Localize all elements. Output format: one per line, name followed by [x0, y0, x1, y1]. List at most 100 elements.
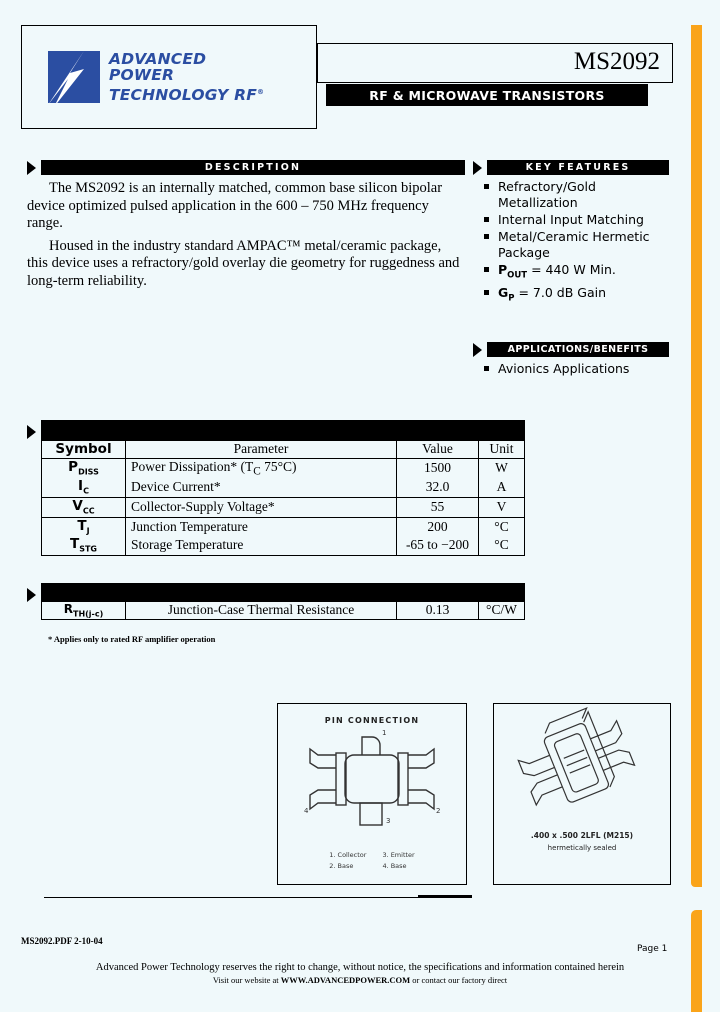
cell-value: 32.0	[396, 478, 479, 499]
cell-parameter: Storage Temperature	[125, 536, 397, 557]
abs-max-ratings-section: ABSOLUTE MAXIMUM RATINGS (TCASE = 25°C) …	[27, 420, 525, 557]
list-item: POUT = 440 W Min.	[484, 262, 669, 284]
package-code: .400 x .500 2LFL (M215)	[530, 831, 634, 840]
pin-legend-left: 1. Collector 2. Base	[329, 850, 366, 872]
thermal-title: THERMAL DATA	[41, 583, 525, 602]
applications-list: Avionics Applications	[473, 361, 669, 377]
thermal-data-table: THERMAL DATA RTH(j-c) Junction-Case Ther…	[41, 583, 525, 621]
bolt-glyph	[49, 51, 84, 103]
logo-wordmark: ADVANCED POWER TECHNOLOGY RF®	[109, 51, 264, 104]
key-features-list: Refractory/Gold Metallization Internal I…	[473, 179, 669, 306]
accent-rail-bottom	[691, 910, 702, 1012]
col-parameter: Parameter	[125, 439, 397, 459]
pin-legend: 1. Collector 2. Base 3. Emitter 4. Base	[278, 850, 466, 872]
applications-title: APPLICATIONS/BENEFITS	[487, 342, 669, 357]
cell-unit: V	[478, 497, 525, 518]
applications-section: APPLICATIONS/BENEFITS Avionics Applicati…	[473, 342, 669, 378]
triangle-marker-icon	[27, 588, 36, 602]
cell-value: 1500	[396, 457, 479, 479]
cell-parameter: Collector-Supply Voltage*	[125, 497, 397, 518]
lightning-bolt-icon	[48, 51, 100, 103]
list-item: GP = 7.0 dB Gain	[484, 285, 669, 307]
pin-connection-figure: PIN CONNECTION 1 2 3 4 1. Collector 2. B…	[277, 703, 467, 885]
legend-item: 3. Emitter	[382, 851, 415, 859]
pin-label-4: 4	[304, 807, 309, 815]
col-unit: Unit	[478, 439, 525, 459]
triangle-marker-icon	[473, 160, 482, 175]
abs-max-ratings-table: ABSOLUTE MAXIMUM RATINGS (TCASE = 25°C) …	[41, 420, 525, 557]
footer-divider	[44, 897, 472, 898]
cell-value: 0.13	[396, 600, 479, 621]
cell-symbol: PDISS	[41, 457, 126, 479]
pin-connection-title: PIN CONNECTION	[324, 716, 420, 725]
thermal-data-section: THERMAL DATA RTH(j-c) Junction-Case Ther…	[27, 583, 525, 621]
cell-unit: W	[478, 457, 525, 479]
cell-parameter: Power Dissipation* (TC 75°C)	[125, 457, 397, 479]
footnote: * Applies only to rated RF amplifier ope…	[48, 634, 216, 644]
col-symbol: Symbol	[41, 439, 126, 459]
footer-divider-accent	[418, 895, 472, 898]
logo-line-1: ADVANCED	[109, 49, 207, 68]
description-title: DESCRIPTION	[41, 160, 465, 175]
footer-filename: MS2092.PDF 2-10-04	[21, 936, 103, 946]
legend-item: 4. Base	[382, 862, 407, 870]
cell-symbol: TJ	[41, 516, 126, 537]
cell-symbol: VCC	[41, 497, 126, 518]
cell-value: 55	[396, 497, 479, 518]
key-features-title: KEY FEATURES	[487, 160, 669, 175]
cell-unit: °C/W	[478, 600, 525, 621]
description-section: DESCRIPTION The MS2092 is an internally …	[27, 160, 465, 290]
footer-website-line: Visit our website at WWW.ADVANCEDPOWER.C…	[212, 975, 508, 985]
product-category-ribbon: RF & MICROWAVE TRANSISTORS	[326, 84, 648, 106]
cell-symbol: IC	[41, 478, 126, 499]
package-figure: .400 x .500 2LFL (M215) hermetically sea…	[493, 703, 671, 885]
cell-symbol: TSTG	[41, 536, 126, 557]
applications-header: APPLICATIONS/BENEFITS	[473, 342, 669, 357]
description-paragraph-2: Housed in the industry standard AMPAC™ m…	[27, 237, 460, 289]
cell-unit: °C	[478, 536, 525, 557]
description-header: DESCRIPTION	[27, 160, 465, 175]
cell-value: 200	[396, 516, 479, 537]
part-number-box: MS2092	[317, 43, 673, 83]
description-paragraph-1: The MS2092 is an internally matched, com…	[27, 180, 443, 231]
table-row: RTH(j-c) Junction-Case Thermal Resistanc…	[41, 600, 525, 621]
registered-mark: ®	[257, 87, 265, 96]
pin-label-3: 3	[386, 817, 390, 825]
package-seal-note: hermetically sealed	[547, 844, 617, 852]
cell-parameter: Device Current*	[125, 478, 397, 499]
list-item: Refractory/Gold Metallization	[484, 179, 669, 211]
abs-max-title: ABSOLUTE MAXIMUM RATINGS (TCASE = 25°C)	[41, 420, 525, 441]
triangle-marker-icon	[27, 160, 36, 175]
table-header-row: Symbol Parameter Value Unit	[41, 439, 525, 459]
table-row: PDISS Power Dissipation* (TC 75°C) 1500 …	[41, 457, 525, 479]
company-logo-box: ADVANCED POWER TECHNOLOGY RF®	[21, 25, 317, 129]
cell-parameter: Junction Temperature	[125, 516, 397, 537]
table-row: TJ Junction Temperature 200 °C	[41, 516, 525, 537]
key-features-header: KEY FEATURES	[473, 160, 669, 175]
list-item: Internal Input Matching	[484, 212, 669, 228]
legend-item: 2. Base	[329, 862, 354, 870]
table-title-row: THERMAL DATA	[41, 583, 525, 602]
footer-website-url: WWW.ADVANCEDPOWER.COM	[280, 975, 411, 985]
package-3d-drawing	[517, 706, 636, 807]
pin-label-1: 1	[382, 729, 386, 737]
transistor-package-outline-drawing: 1 2 3 4	[304, 729, 440, 826]
cell-parameter: Junction-Case Thermal Resistance	[125, 600, 397, 621]
logo-line-2: POWER	[109, 66, 175, 85]
pin-legend-right: 3. Emitter 4. Base	[382, 850, 414, 872]
list-item: Metal/Ceramic Hermetic Package	[484, 229, 669, 261]
footer-page-number: Page 1	[637, 944, 668, 954]
cell-value: -65 to −200	[396, 536, 479, 557]
table-row: TSTG Storage Temperature -65 to −200 °C	[41, 536, 525, 557]
triangle-marker-icon	[27, 425, 36, 439]
legend-item: 1. Collector	[329, 851, 367, 859]
package-caption: .400 x .500 2LFL (M215) hermetically sea…	[494, 830, 670, 854]
list-item: Avionics Applications	[484, 361, 669, 377]
col-value: Value	[396, 439, 479, 459]
cell-unit: A	[478, 478, 525, 499]
key-features-section: KEY FEATURES Refractory/Gold Metallizati…	[473, 160, 669, 307]
pin-label-2: 2	[436, 807, 440, 815]
cell-unit: °C	[478, 516, 525, 537]
accent-rail-top	[691, 25, 702, 887]
triangle-marker-icon	[473, 342, 482, 357]
